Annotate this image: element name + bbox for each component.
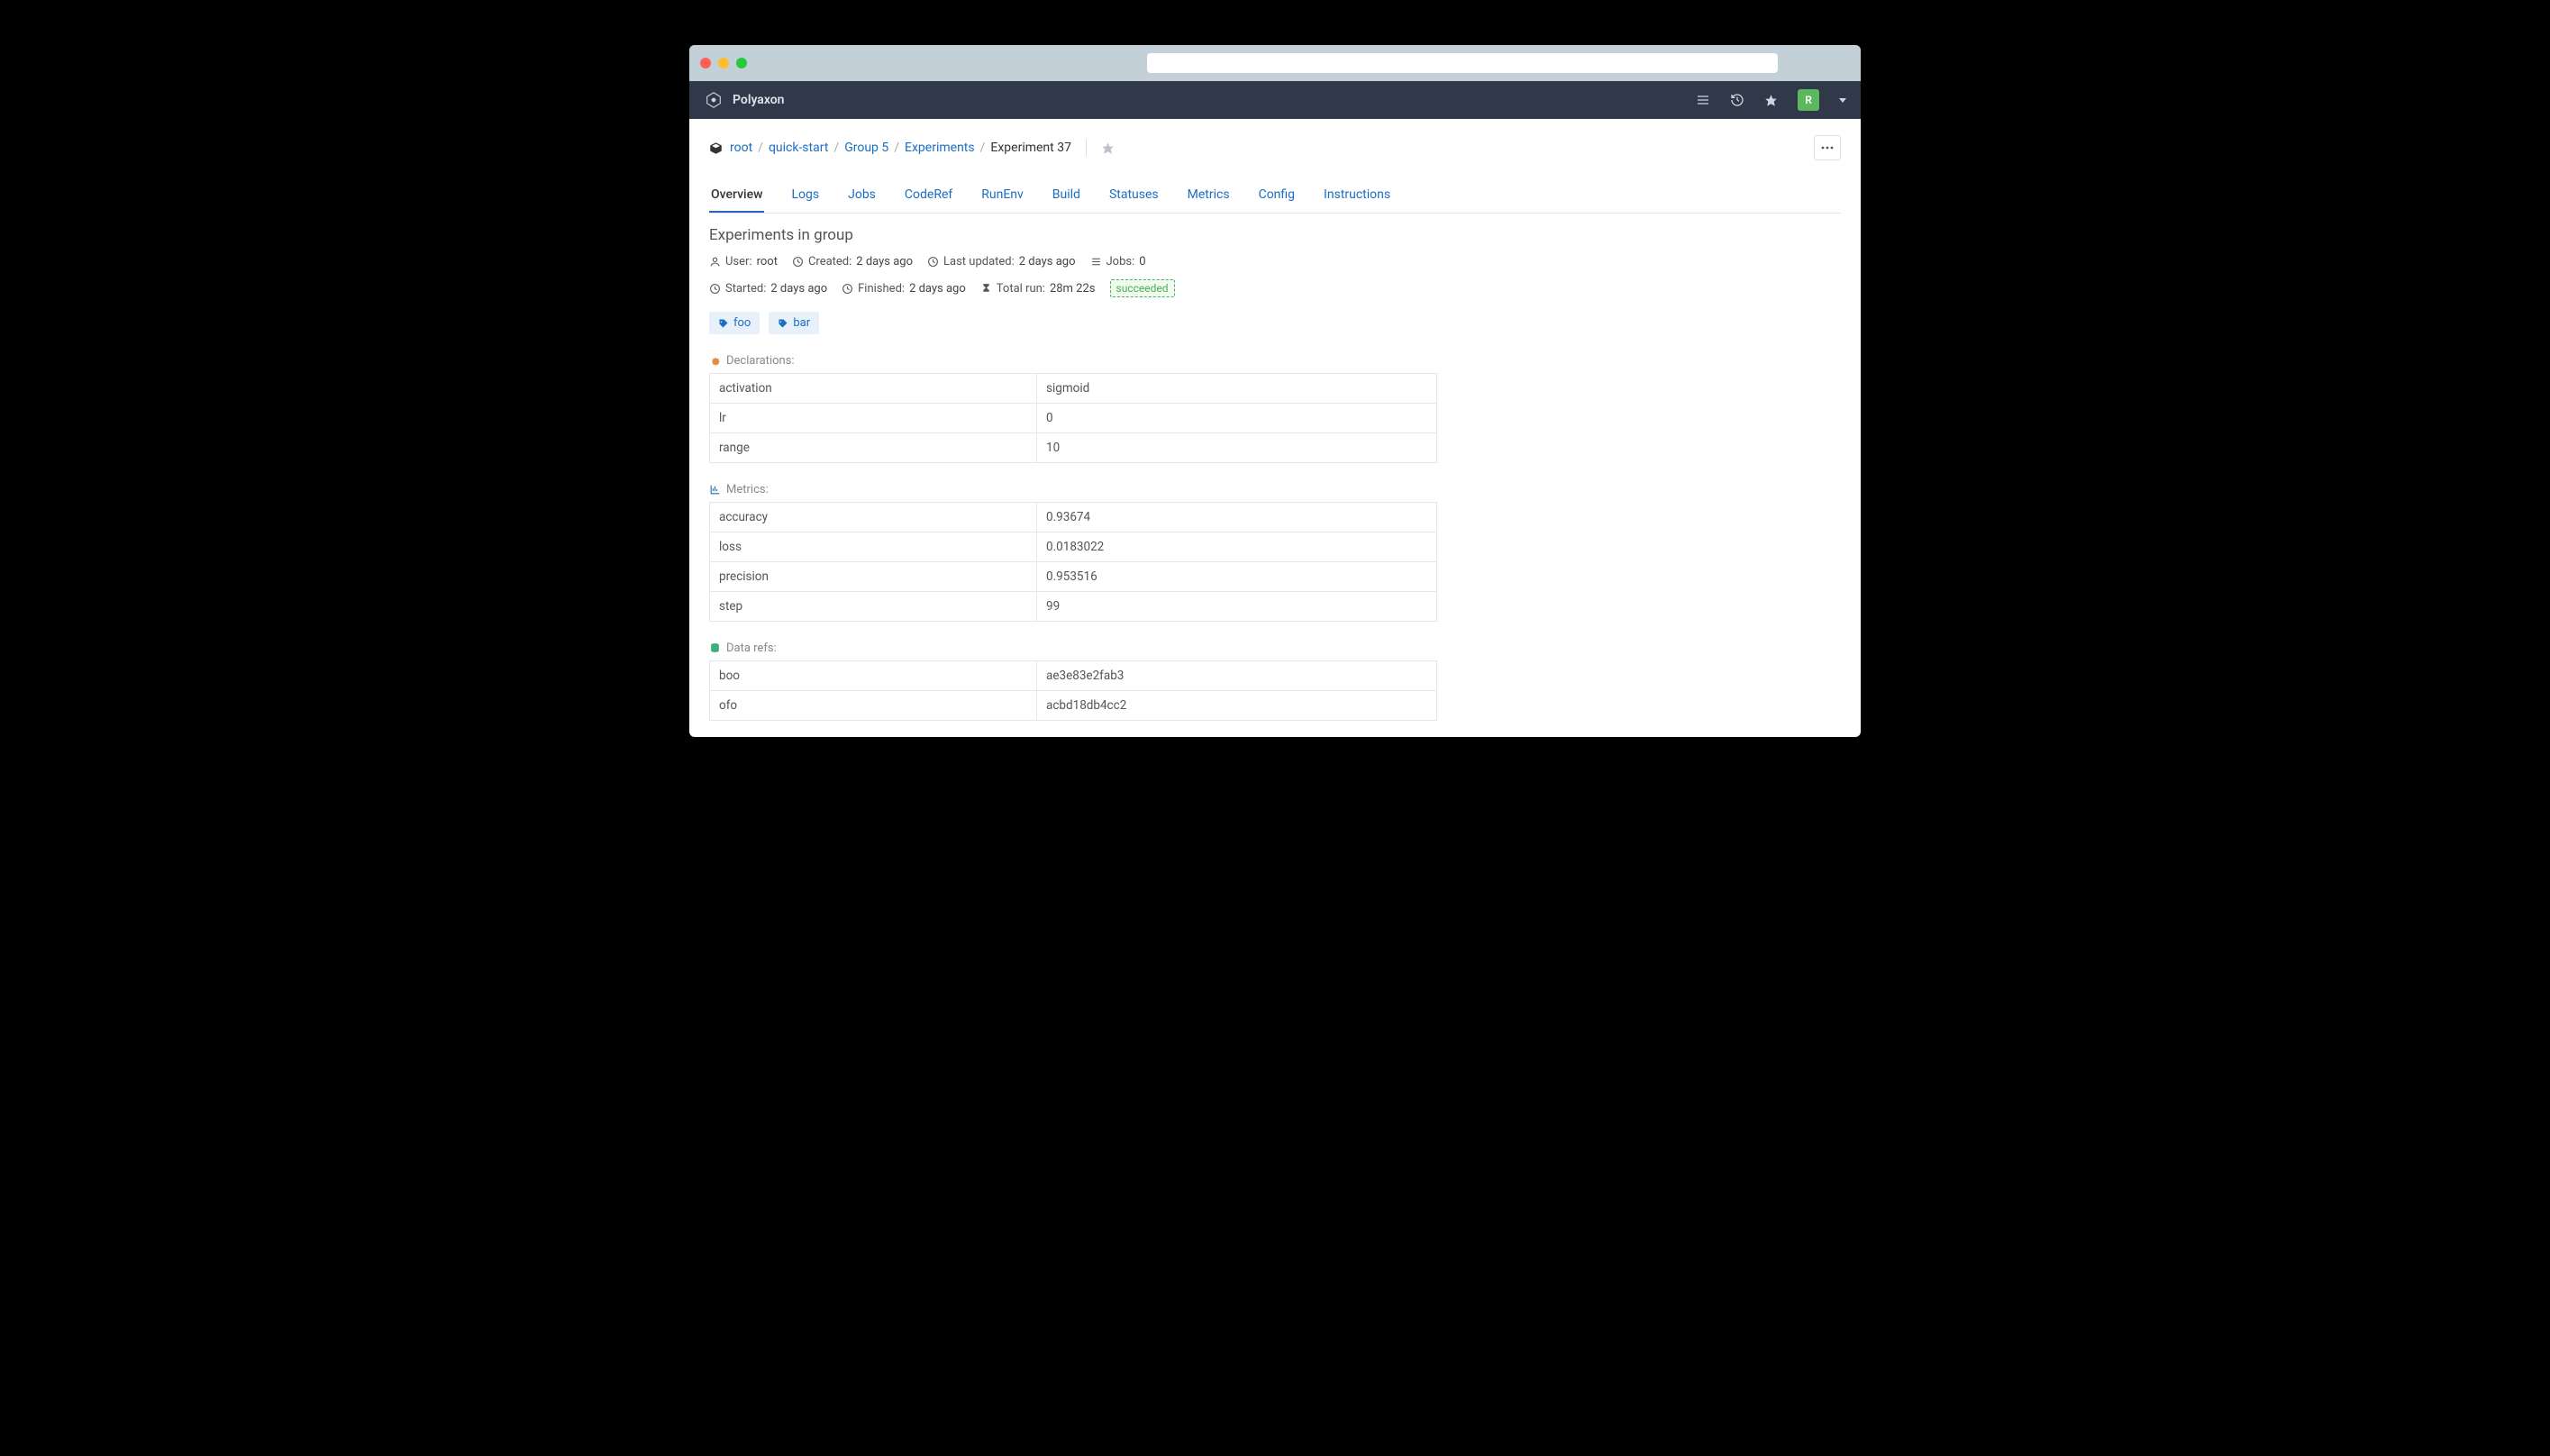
list-icon bbox=[1090, 256, 1102, 268]
content: root/ quick-start/ Group 5/ Experiments/… bbox=[689, 119, 1861, 737]
declaration-row: lr0 bbox=[710, 404, 1437, 433]
meta-started: Started: 2 days ago bbox=[709, 282, 827, 296]
tab-metrics[interactable]: Metrics bbox=[1186, 180, 1232, 213]
key-cell: boo bbox=[710, 661, 1037, 691]
tab-jobs[interactable]: Jobs bbox=[846, 180, 878, 213]
tab-instructions[interactable]: Instructions bbox=[1322, 180, 1392, 213]
more-actions-button[interactable] bbox=[1814, 135, 1841, 160]
clock-icon bbox=[709, 283, 721, 295]
tabs: Overview Logs Jobs CodeRef RunEnv Build Status… bbox=[709, 180, 1841, 214]
crumb-root[interactable]: root bbox=[730, 141, 752, 155]
key-cell: loss bbox=[710, 532, 1037, 562]
tag-bar[interactable]: bar bbox=[769, 312, 819, 334]
key-cell: lr bbox=[710, 404, 1037, 433]
menu-icon[interactable] bbox=[1696, 93, 1710, 107]
bookmark-toggle[interactable] bbox=[1101, 141, 1115, 155]
tab-config[interactable]: Config bbox=[1257, 180, 1297, 213]
data-ref-row: ofoacbd18db4cc2 bbox=[710, 691, 1437, 721]
key-cell: accuracy bbox=[710, 503, 1037, 532]
app-header: Polyaxon R bbox=[689, 81, 1861, 119]
maximize-window-button[interactable] bbox=[736, 58, 747, 68]
brand-name: Polyaxon bbox=[733, 93, 784, 107]
header-actions: R bbox=[1696, 89, 1846, 111]
metrics-table: accuracy0.93674loss0.0183022precision0.9… bbox=[709, 502, 1437, 622]
data-ref-row: booae3e83e2fab3 bbox=[710, 661, 1437, 691]
metric-row: step99 bbox=[710, 592, 1437, 622]
value-cell: 10 bbox=[1037, 433, 1437, 463]
close-window-button[interactable] bbox=[700, 58, 711, 68]
gear-icon bbox=[709, 355, 721, 367]
value-cell: 0.93674 bbox=[1037, 503, 1437, 532]
chart-icon bbox=[709, 484, 721, 496]
clock-icon bbox=[792, 256, 804, 268]
star-icon[interactable] bbox=[1764, 94, 1778, 107]
user-menu-caret[interactable] bbox=[1839, 98, 1846, 103]
tag-icon bbox=[718, 318, 729, 329]
page-title: Experiments in group bbox=[709, 226, 1841, 244]
value-cell: acbd18db4cc2 bbox=[1037, 691, 1437, 721]
tab-build[interactable]: Build bbox=[1051, 180, 1082, 213]
meta-row-1: User: root Created: 2 days ago Last upda… bbox=[709, 255, 1841, 268]
traffic-lights bbox=[700, 58, 747, 68]
key-cell: activation bbox=[710, 374, 1037, 404]
declaration-row: range10 bbox=[710, 433, 1437, 463]
minimize-window-button[interactable] bbox=[718, 58, 729, 68]
crumb-current: Experiment 37 bbox=[990, 141, 1071, 155]
meta-jobs: Jobs: 0 bbox=[1090, 255, 1146, 268]
meta-finished: Finished: 2 days ago bbox=[842, 282, 966, 296]
meta-user: User: root bbox=[709, 255, 778, 268]
key-cell: step bbox=[710, 592, 1037, 622]
declarations-table: activationsigmoidlr0range10 bbox=[709, 373, 1437, 463]
tag-icon bbox=[778, 318, 788, 329]
crumb-divider bbox=[1086, 140, 1087, 156]
crumb-experiments[interactable]: Experiments bbox=[905, 141, 975, 155]
status-badge: succeeded bbox=[1110, 279, 1175, 297]
declaration-row: activationsigmoid bbox=[710, 374, 1437, 404]
declarations-label: Declarations: bbox=[709, 354, 1841, 368]
key-cell: precision bbox=[710, 562, 1037, 592]
data-refs-label: Data refs: bbox=[709, 642, 1841, 655]
value-cell: ae3e83e2fab3 bbox=[1037, 661, 1437, 691]
tag-foo[interactable]: foo bbox=[709, 312, 760, 334]
avatar[interactable]: R bbox=[1798, 89, 1819, 111]
value-cell: 0.953516 bbox=[1037, 562, 1437, 592]
user-icon bbox=[709, 256, 721, 268]
meta-total-run: Total run: 28m 22s bbox=[980, 282, 1096, 296]
key-cell: range bbox=[710, 433, 1037, 463]
tags-row: foobar bbox=[709, 312, 1841, 334]
tab-statuses[interactable]: Statuses bbox=[1107, 180, 1161, 213]
tab-logs[interactable]: Logs bbox=[789, 180, 821, 213]
meta-created: Created: 2 days ago bbox=[792, 255, 913, 268]
hourglass-icon bbox=[980, 283, 992, 295]
crumb-group[interactable]: Group 5 bbox=[844, 141, 888, 155]
brand[interactable]: Polyaxon bbox=[704, 90, 784, 110]
metric-row: precision0.953516 bbox=[710, 562, 1437, 592]
crumb-quick-start[interactable]: quick-start bbox=[769, 141, 828, 155]
database-icon bbox=[709, 642, 721, 654]
key-cell: ofo bbox=[710, 691, 1037, 721]
app-window: Polyaxon R root/ quick-start/ Group 5/ E… bbox=[689, 45, 1861, 737]
tab-overview[interactable]: Overview bbox=[709, 180, 764, 213]
breadcrumb-row: root/ quick-start/ Group 5/ Experiments/… bbox=[709, 135, 1841, 160]
history-icon[interactable] bbox=[1730, 93, 1744, 107]
breadcrumb: root/ quick-start/ Group 5/ Experiments/… bbox=[730, 141, 1071, 155]
value-cell: 0.0183022 bbox=[1037, 532, 1437, 562]
metric-row: accuracy0.93674 bbox=[710, 503, 1437, 532]
meta-updated: Last updated: 2 days ago bbox=[927, 255, 1075, 268]
box-icon bbox=[709, 141, 723, 155]
value-cell: 99 bbox=[1037, 592, 1437, 622]
titlebar bbox=[689, 45, 1861, 81]
tab-coderef[interactable]: CodeRef bbox=[903, 180, 954, 213]
logo-icon bbox=[704, 90, 724, 110]
clock-icon bbox=[927, 256, 939, 268]
value-cell: 0 bbox=[1037, 404, 1437, 433]
data-refs-table: booae3e83e2fab3ofoacbd18db4cc2 bbox=[709, 660, 1437, 721]
tab-runenv[interactable]: RunEnv bbox=[979, 180, 1025, 213]
url-bar[interactable] bbox=[1147, 53, 1778, 73]
value-cell: sigmoid bbox=[1037, 374, 1437, 404]
meta-row-2: Started: 2 days ago Finished: 2 days ago… bbox=[709, 279, 1841, 297]
metrics-label: Metrics: bbox=[709, 483, 1841, 496]
clock-icon bbox=[842, 283, 853, 295]
metric-row: loss0.0183022 bbox=[710, 532, 1437, 562]
